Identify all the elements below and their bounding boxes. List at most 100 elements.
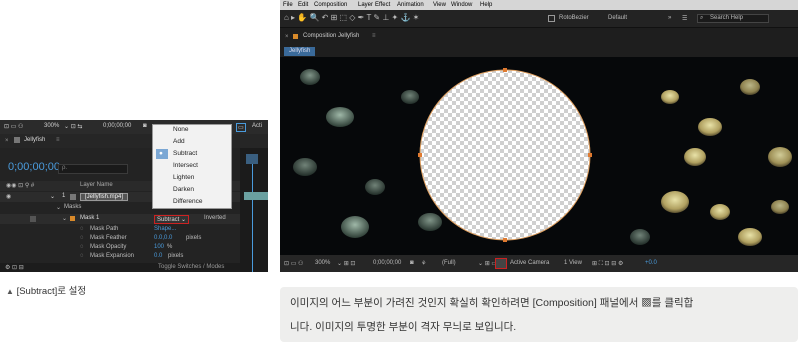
- dropdown-item-add[interactable]: Add: [173, 138, 185, 148]
- layer-number: 1: [62, 193, 66, 199]
- dropdown-item-none[interactable]: None: [173, 126, 189, 136]
- layer-name[interactable]: [Jellyfish.mp4]: [80, 193, 129, 201]
- playhead-icon[interactable]: [246, 154, 258, 164]
- tab-title[interactable]: Jellyfish: [24, 137, 45, 143]
- ae-window: File Edit Composition Layer Effect Anima…: [280, 0, 798, 272]
- panel-title: Composition Jellyfish: [303, 33, 360, 39]
- mask-row[interactable]: ⌄ Mask 1 Subtract ⌄ Inverted: [0, 214, 245, 224]
- viewer-bottom-bar: ⊡ ▭ ⚇ 300% ⌄ ⊞ ⊡ 0;00;00;00 ◙ ⚘ (Full) ⌄…: [280, 255, 798, 272]
- timeline-footer: ⚙ ⊡ ⊟ Toggle Switches / Modes: [0, 263, 268, 272]
- prop-value[interactable]: 100: [154, 244, 164, 250]
- stopwatch-icon[interactable]: ◌: [80, 244, 84, 250]
- bullet-icon: ●: [159, 150, 163, 157]
- dropdown-item-subtract[interactable]: Subtract: [173, 150, 197, 160]
- camera-icon[interactable]: ◙: [410, 260, 414, 266]
- prop-name: Mask Feather: [90, 235, 127, 241]
- menu-help[interactable]: Help: [480, 2, 492, 8]
- region-icon[interactable]: ▭: [236, 123, 246, 132]
- mask-mode-dropdown[interactable]: ● None Add Subtract Intersect Lighten Da…: [152, 124, 232, 209]
- search-input[interactable]: ρ.: [58, 164, 128, 174]
- prop-value[interactable]: 0.0: [154, 253, 162, 259]
- rotobezier-label: RotoBezier: [559, 15, 589, 21]
- menu-icon[interactable]: ≡: [372, 33, 376, 39]
- bottom-right-icons[interactable]: ⊞ ⛶ ⊡ ⊟ ⚙: [592, 260, 623, 268]
- menu-composition[interactable]: Composition: [314, 2, 347, 8]
- dropdown-icon[interactable]: ⌄ ⊡ ⇆: [64, 123, 82, 130]
- lock-icon[interactable]: [293, 34, 298, 39]
- prop-unit: %: [167, 244, 173, 250]
- mask-expansion-row[interactable]: ◌ Mask Expansion 0.0 pixels: [0, 252, 245, 262]
- chevron-down-icon[interactable]: ⌄: [62, 215, 67, 222]
- search-icon: ⌕: [700, 15, 704, 21]
- prop-name: Mask Path: [90, 226, 119, 232]
- views-select[interactable]: 1 View: [564, 260, 582, 266]
- expand-icon[interactable]: ⌄: [50, 193, 55, 200]
- stopwatch-icon[interactable]: ◌: [80, 235, 84, 241]
- inverted-label[interactable]: Inverted: [204, 215, 226, 221]
- playhead-line: [252, 164, 253, 272]
- comp-icon: [14, 137, 20, 143]
- dropdown-item-darken[interactable]: Darken: [173, 186, 194, 196]
- toolbar-active-label: Acti: [252, 123, 263, 129]
- menu-window[interactable]: Window: [451, 2, 472, 8]
- workspace-default[interactable]: Default: [608, 15, 627, 21]
- prop-name: Mask Opacity: [90, 244, 127, 250]
- zoom-select[interactable]: 300%: [315, 260, 330, 266]
- menu-view[interactable]: View: [433, 2, 446, 8]
- prop-unit: pixels: [186, 235, 202, 241]
- menu-effect[interactable]: Effect: [375, 2, 390, 8]
- active-camera-select[interactable]: Active Camera: [510, 260, 549, 266]
- bottom-icons[interactable]: ⊡ ▭ ⚇: [284, 260, 303, 267]
- menu-file[interactable]: File: [283, 2, 293, 8]
- dropdown-item-intersect[interactable]: Intersect: [173, 162, 198, 172]
- prop-name: Mask Expansion: [90, 253, 135, 259]
- color-icon[interactable]: ⚘: [421, 260, 426, 267]
- menu-layer[interactable]: Layer: [358, 2, 373, 8]
- zoom-label[interactable]: 300%: [44, 123, 59, 129]
- viewer-svg: [280, 57, 798, 255]
- mask-color-swatch[interactable]: [70, 216, 75, 221]
- grid-icons[interactable]: ⌄ ⊞ ⊡: [337, 260, 355, 267]
- bottom-timecode[interactable]: 0;00;00;00: [373, 260, 401, 266]
- dropdown-item-difference[interactable]: Difference: [173, 198, 203, 208]
- stopwatch-icon[interactable]: ◌: [80, 253, 84, 259]
- tool-icons[interactable]: ⌂ ▸ ✋ 🔍 ↶ ⊞ ⬚ ◇ ✒ T ✎ ⊥ ✦ ⚓ ✶: [284, 13, 419, 22]
- note-box: 이미지의 어느 부분이 가려진 것인지 확실히 확인하려면 [Compositi…: [280, 287, 798, 342]
- prop-value[interactable]: 0.0,0.0: [154, 235, 172, 241]
- dropdown-item-lighten[interactable]: Lighten: [173, 174, 194, 184]
- prop-unit: pixels: [168, 253, 184, 259]
- camera-icon[interactable]: ◙: [143, 123, 147, 129]
- timeline-track[interactable]: [240, 148, 268, 272]
- stopwatch-icon[interactable]: ◌: [80, 226, 84, 232]
- transparent-mask-area: [419, 69, 591, 241]
- close-icon[interactable]: ×: [5, 138, 9, 144]
- close-icon[interactable]: ×: [285, 34, 289, 40]
- prop-value[interactable]: Shape...: [154, 226, 176, 232]
- mask-name[interactable]: Mask 1: [80, 215, 99, 221]
- toggle-switches-modes[interactable]: Toggle Switches / Modes: [158, 264, 224, 270]
- rotobezier-checkbox[interactable]: [548, 15, 555, 22]
- menu-icon[interactable]: ≡: [56, 137, 60, 143]
- comp-tab-jellyfish[interactable]: Jellyfish: [284, 47, 316, 56]
- footer-icons[interactable]: ⚙ ⊡ ⊟: [5, 264, 24, 271]
- chevron-down-icon[interactable]: ⌄: [56, 204, 61, 211]
- eye-icon[interactable]: ◉: [6, 193, 11, 200]
- resolution-select[interactable]: (Full): [442, 260, 456, 266]
- toolbar-icons[interactable]: ⊡ ▭ ⚇: [4, 123, 23, 130]
- menu-edit[interactable]: Edit: [298, 2, 308, 8]
- composition-viewer[interactable]: [280, 57, 798, 255]
- transparency-grid-button[interactable]: [495, 258, 507, 269]
- composition-panel-header: × Composition Jellyfish ≡: [280, 28, 798, 46]
- video-icon: [70, 194, 76, 200]
- exposure-value[interactable]: +0.0: [645, 260, 657, 266]
- toolbar-timecode: 0;00;00;00: [103, 123, 132, 129]
- layer-bar[interactable]: [244, 192, 268, 200]
- search-help-placeholder: Search Help: [710, 15, 744, 21]
- expand-icon[interactable]: »: [668, 15, 671, 21]
- lock-icon[interactable]: [30, 216, 36, 222]
- mask-mode-select[interactable]: Subtract ⌄: [154, 215, 190, 224]
- sync-icon[interactable]: ☰: [682, 15, 687, 22]
- menu-animation[interactable]: Animation: [397, 2, 424, 8]
- current-timecode[interactable]: 0;00;00;00: [8, 161, 60, 173]
- note-line-2: 니다. 이미지의 투명한 부분이 격자 무늬로 보입니다.: [290, 321, 517, 333]
